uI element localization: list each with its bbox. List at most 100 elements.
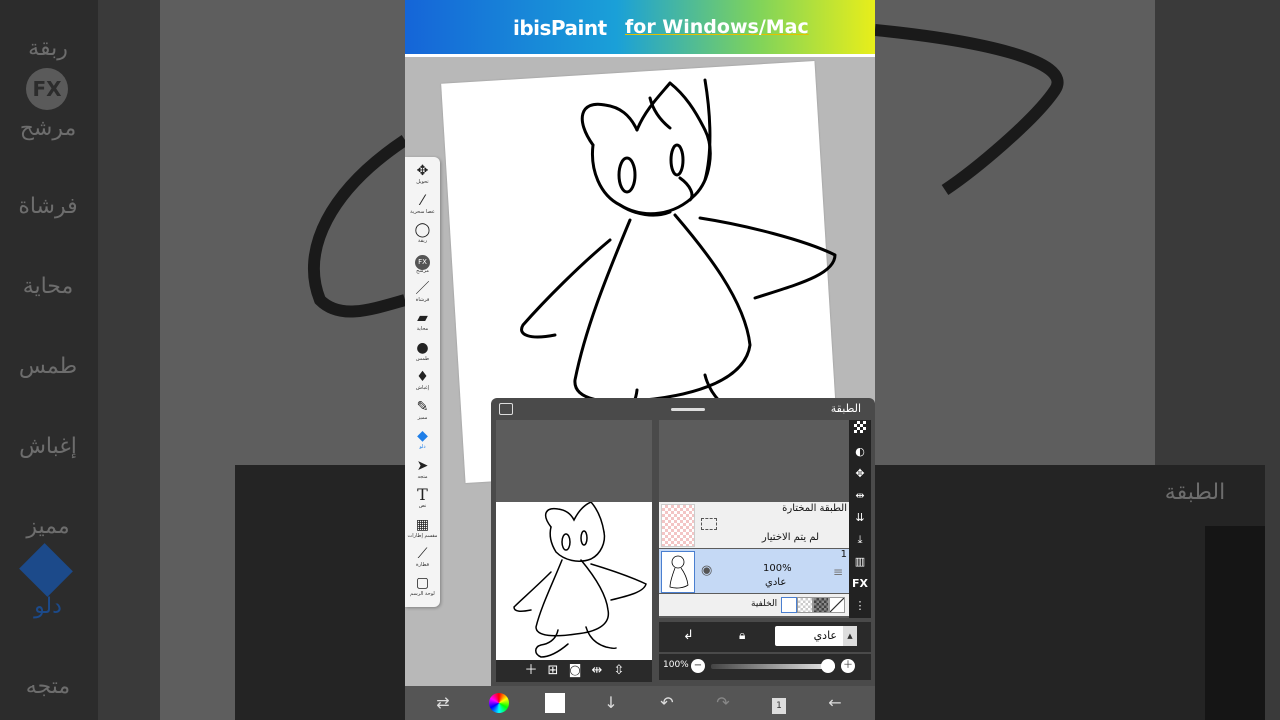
selection-layer-row[interactable]: الطبقة المختارة لم يتم الاختيار [659, 502, 849, 548]
opacity-increase-icon[interactable]: ＋ [841, 659, 855, 673]
layer-thumbnail-sketch [669, 555, 689, 589]
flip-vertical-icon[interactable]: ⇳ [610, 662, 628, 680]
ghost-label-lasso: ربقة [28, 36, 68, 61]
tool-bucket[interactable]: ◆ دلو [405, 428, 440, 451]
tool-magic-wand[interactable]: ⁄ عصا سحرية [405, 193, 440, 216]
fx-icon[interactable]: FX [849, 574, 871, 594]
tool-brush[interactable]: ／ فرشاة [405, 281, 440, 304]
tool-canvas[interactable]: ▢ لوحة الرسم [405, 575, 440, 598]
redo-icon[interactable]: ↷ [712, 693, 734, 713]
fx-filter-icon: FX [405, 252, 440, 270]
checker-icon[interactable] [849, 420, 871, 440]
move-layer-icon[interactable]: ✥ [849, 464, 871, 484]
ghost-label-smudge: طمس [18, 354, 78, 379]
tool-vector[interactable]: ➤ متجه [405, 458, 440, 481]
layers-icon[interactable]: 1 [768, 693, 790, 714]
smudge-icon: ● [416, 340, 429, 356]
eraser-icon: ▰ [417, 310, 428, 326]
preview-toolbar: ＋ ⊞ ◙ ⇹ ⇳ [496, 660, 652, 682]
clipping-arrow-icon[interactable]: ↲ [683, 628, 694, 643]
tool-eraser[interactable]: ▰ محاية [405, 310, 440, 333]
tool-palette: ✥ تحويل ⁄ عصا سحرية ◯ ربقة FX مرشح ／ فرش… [405, 157, 440, 607]
ghost-label-bucket: دلو [34, 594, 62, 619]
bg-white-option[interactable] [781, 597, 797, 613]
add-layer-icon[interactable]: ＋ [522, 662, 540, 680]
panel-drag-handle[interactable] [671, 408, 705, 411]
background-left-blur: ربقة FX مرشح فرشاة محاية طمس إغباش مميز … [0, 0, 405, 720]
camera-icon[interactable]: ◙ [566, 662, 584, 680]
tool-transform[interactable]: ✥ تحويل [405, 163, 440, 186]
download-icon[interactable]: ⤓ [849, 530, 871, 550]
clipping-circle-icon[interactable]: ◐ [849, 442, 871, 462]
tool-label: مميز [417, 415, 428, 421]
tool-frame-divider[interactable]: ▦ مقسم إطارات [405, 517, 440, 540]
tool-label: طمس [415, 356, 430, 362]
tool-blur[interactable]: ♦ إغباش [405, 369, 440, 392]
preview-sketch [513, 501, 647, 658]
blurred-layer-panel [235, 465, 405, 720]
visibility-eye-icon[interactable]: ◉ [701, 563, 712, 578]
layer-thumbnail [661, 551, 695, 593]
tool-label: لوحة الرسم [410, 591, 435, 597]
canvas-preview[interactable] [496, 501, 652, 660]
tool-label: ربقة [417, 238, 428, 244]
tool-label: مقسم إطارات [407, 533, 438, 539]
flip-layer-icon[interactable]: ⇹ [849, 486, 871, 506]
layer-blend-mode: عادي [765, 577, 787, 588]
trash-icon[interactable]: ▥ [849, 552, 871, 572]
back-arrow-icon[interactable]: ← [824, 693, 846, 713]
window-mode-icon[interactable] [499, 403, 513, 415]
ghost-fx-icon: FX [26, 68, 68, 110]
opacity-decrease-icon[interactable]: − [691, 659, 705, 673]
bucket-icon: ◆ [417, 428, 428, 444]
tool-label: إغباش [415, 385, 430, 391]
alpha-lock-icon[interactable]: 🔒︎ [739, 628, 745, 643]
background-row: الخلفية [659, 594, 849, 616]
tool-label: نص [418, 503, 427, 509]
ghost-label-eraser: محاية [22, 274, 74, 299]
tool-lasso[interactable]: ◯ ربقة [405, 222, 440, 245]
eyedropper-icon: ⟋ [417, 546, 428, 562]
preview-area [496, 420, 652, 502]
add-special-layer-icon[interactable]: ⊞ [544, 662, 562, 680]
flip-horizontal-icon[interactable]: ⇹ [588, 662, 606, 680]
tool-label: قطارة [415, 562, 430, 568]
tool-label: مرشح [416, 268, 429, 274]
layer-list: الطبقة المختارة لم يتم الاختيار ◉ 1 100%… [659, 420, 849, 618]
bg-none-option[interactable] [829, 597, 845, 613]
bg-transparent-light-option[interactable] [797, 597, 813, 613]
tool-smudge[interactable]: ● طمس [405, 340, 440, 363]
background-right-blur: الطبقة [875, 0, 1280, 720]
opacity-slider[interactable] [711, 659, 835, 673]
lasso-icon: ◯ [414, 222, 431, 238]
opacity-label: 100% [663, 660, 689, 670]
color-wheel-icon[interactable] [488, 693, 510, 713]
more-options-icon[interactable]: ⋮ [849, 596, 871, 616]
tool-text[interactable]: T نص [405, 487, 440, 510]
drag-reorder-icon[interactable]: ≡ [833, 565, 843, 579]
tool-label: عصا سحرية [410, 209, 435, 215]
merge-down-icon[interactable]: ⇊ [849, 508, 871, 528]
tool-special[interactable]: ✎ مميز [405, 399, 440, 422]
blur-icon: ♦ [416, 369, 429, 385]
tool-label: محاية [416, 326, 429, 332]
undo-icon[interactable]: ↶ [656, 693, 678, 713]
brush-icon: ／ [415, 281, 430, 297]
layer-panel-title: الطبقة [830, 402, 861, 415]
tool-label: دلو [419, 444, 426, 450]
tool-switch-icon[interactable]: ⇄ [432, 693, 454, 713]
dropdown-arrow-icon: ▲ [843, 626, 857, 646]
current-color-swatch[interactable] [544, 693, 566, 713]
selection-layer-title: الطبقة المختارة [782, 503, 847, 514]
app-screen: ibisPaint for Windows/Mac ✥ تحويل ⁄ عصا … [405, 0, 875, 720]
bg-transparent-dark-option[interactable] [813, 597, 829, 613]
text-icon: T [417, 485, 428, 504]
blend-mode-select[interactable]: عادي ▲ [775, 626, 857, 646]
blend-mode-value: عادي [813, 629, 837, 642]
down-arrow-icon[interactable]: ↓ [600, 693, 622, 713]
tool-eyedropper[interactable]: ⟋ قطارة [405, 546, 440, 569]
tool-filter[interactable]: FX مرشح [405, 252, 440, 275]
opacity-slider-knob[interactable] [821, 659, 835, 673]
ghost-side-icons [1205, 526, 1265, 720]
layer-row-1[interactable]: ◉ 1 100% عادي ≡ [659, 549, 849, 593]
